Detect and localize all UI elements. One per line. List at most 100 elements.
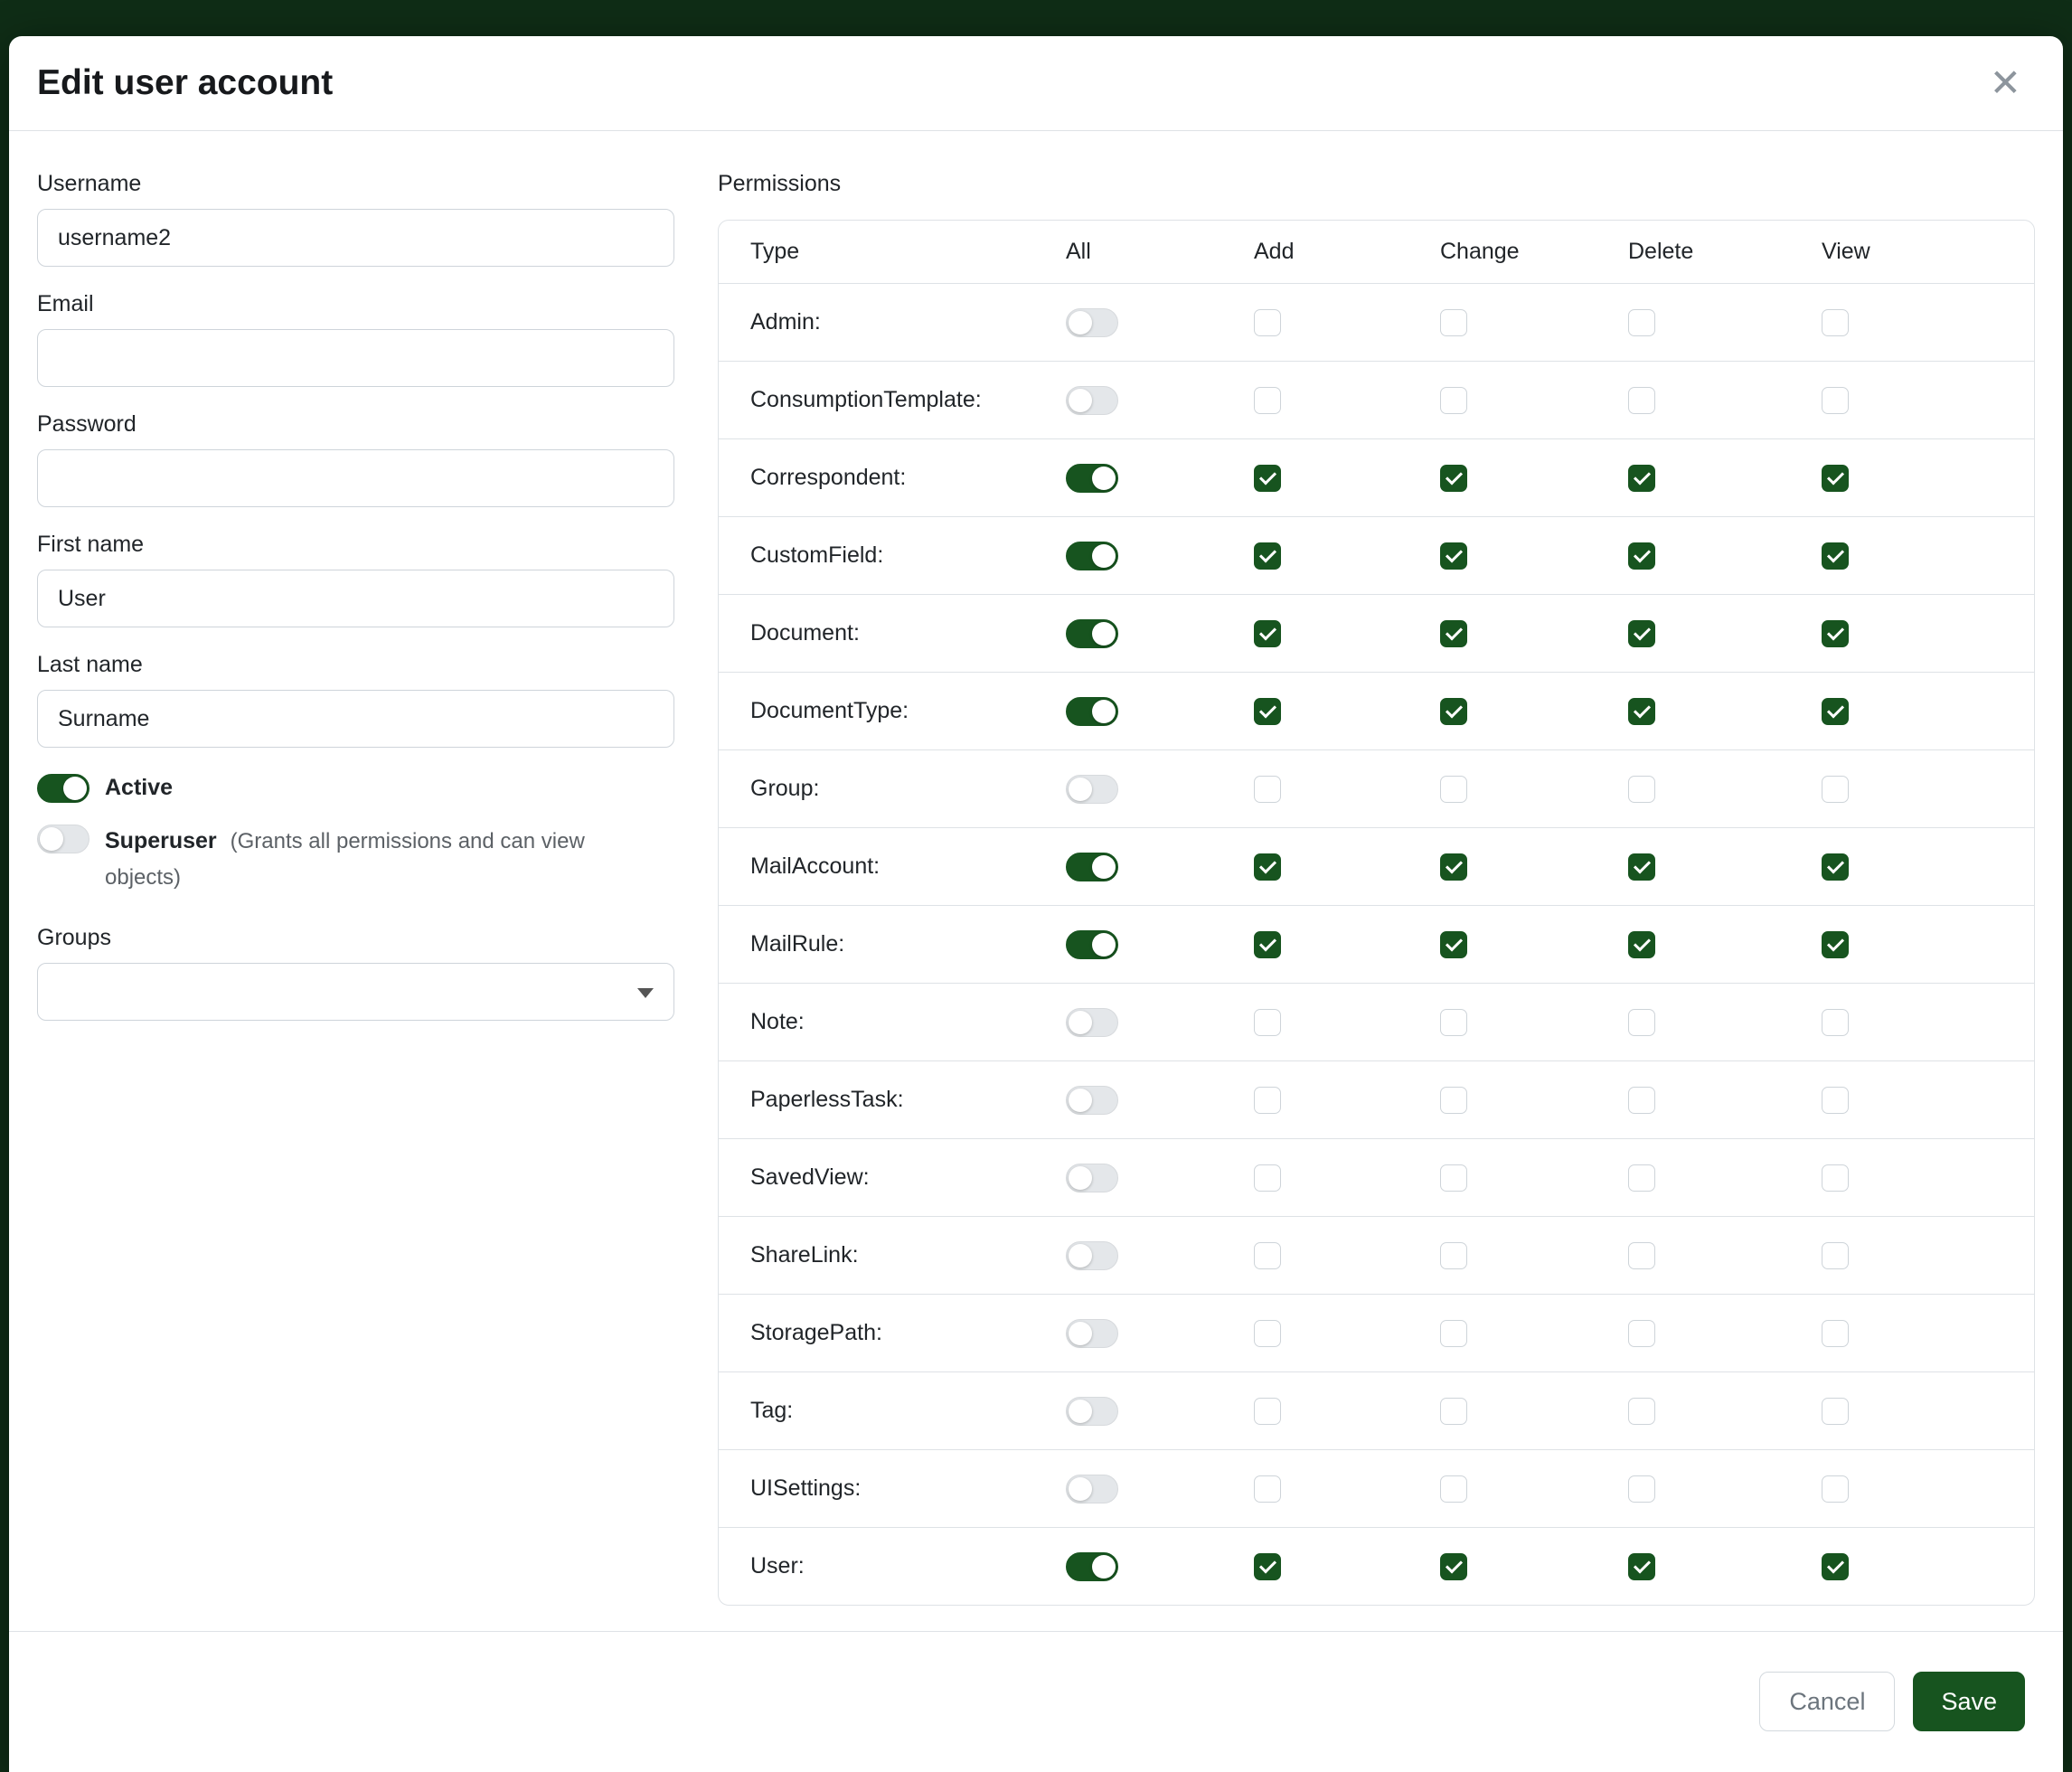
permission-add-checkbox[interactable] — [1254, 620, 1281, 647]
permission-add-checkbox[interactable] — [1254, 776, 1281, 803]
permission-add-checkbox[interactable] — [1254, 1398, 1281, 1425]
permission-delete-checkbox[interactable] — [1628, 1553, 1655, 1580]
permission-all-toggle[interactable] — [1066, 1319, 1118, 1348]
permission-change-checkbox[interactable] — [1440, 620, 1467, 647]
cancel-button[interactable]: Cancel — [1759, 1672, 1895, 1731]
permission-all-toggle[interactable] — [1066, 697, 1118, 726]
permission-add-checkbox[interactable] — [1254, 309, 1281, 336]
permission-add-checkbox[interactable] — [1254, 1009, 1281, 1036]
permission-change-checkbox[interactable] — [1440, 1398, 1467, 1425]
permission-view-checkbox[interactable] — [1822, 1475, 1849, 1503]
password-input[interactable] — [37, 449, 674, 507]
permission-delete-checkbox[interactable] — [1628, 620, 1655, 647]
permission-delete-checkbox[interactable] — [1628, 1164, 1655, 1192]
permission-add-checkbox[interactable] — [1254, 465, 1281, 492]
permission-all-toggle[interactable] — [1066, 930, 1118, 959]
permission-delete-checkbox[interactable] — [1628, 776, 1655, 803]
permission-add-checkbox[interactable] — [1254, 542, 1281, 570]
permission-change-checkbox[interactable] — [1440, 1087, 1467, 1114]
groups-select[interactable] — [37, 963, 674, 1021]
permission-change-checkbox[interactable] — [1440, 931, 1467, 958]
permission-delete-checkbox[interactable] — [1628, 1242, 1655, 1269]
permission-row: CustomField: — [719, 516, 2034, 594]
superuser-toggle[interactable] — [37, 825, 89, 853]
permission-all-toggle[interactable] — [1066, 853, 1118, 881]
permission-all-toggle[interactable] — [1066, 1241, 1118, 1270]
permission-delete-checkbox[interactable] — [1628, 387, 1655, 414]
permission-delete-checkbox[interactable] — [1628, 1009, 1655, 1036]
permission-delete-checkbox[interactable] — [1628, 698, 1655, 725]
permission-all-toggle[interactable] — [1066, 775, 1118, 804]
permission-delete-checkbox[interactable] — [1628, 309, 1655, 336]
permission-all-toggle[interactable] — [1066, 308, 1118, 337]
permission-add-checkbox[interactable] — [1254, 853, 1281, 881]
permission-change-checkbox[interactable] — [1440, 542, 1467, 570]
permission-change-checkbox[interactable] — [1440, 1009, 1467, 1036]
permission-add-checkbox[interactable] — [1254, 1475, 1281, 1503]
permission-row: Document: — [719, 594, 2034, 672]
permission-view-checkbox[interactable] — [1822, 1242, 1849, 1269]
permission-all-toggle[interactable] — [1066, 1164, 1118, 1192]
permission-add-checkbox[interactable] — [1254, 698, 1281, 725]
permission-view-checkbox[interactable] — [1822, 776, 1849, 803]
permission-delete-checkbox[interactable] — [1628, 1320, 1655, 1347]
permission-delete-checkbox[interactable] — [1628, 853, 1655, 881]
permission-change-checkbox[interactable] — [1440, 387, 1467, 414]
permission-view-checkbox[interactable] — [1822, 1087, 1849, 1114]
last-name-input[interactable] — [37, 690, 674, 748]
email-field-group: Email — [37, 291, 674, 387]
permission-delete-checkbox[interactable] — [1628, 1475, 1655, 1503]
permission-change-checkbox[interactable] — [1440, 1320, 1467, 1347]
permission-change-checkbox[interactable] — [1440, 1553, 1467, 1580]
permission-view-checkbox[interactable] — [1822, 387, 1849, 414]
username-input[interactable] — [37, 209, 674, 267]
save-button[interactable]: Save — [1913, 1672, 2025, 1731]
permission-change-checkbox[interactable] — [1440, 465, 1467, 492]
close-icon[interactable]: ✕ — [1990, 64, 2021, 102]
permission-all-toggle[interactable] — [1066, 619, 1118, 648]
permission-all-toggle[interactable] — [1066, 1008, 1118, 1037]
permission-change-checkbox[interactable] — [1440, 698, 1467, 725]
permission-change-checkbox[interactable] — [1440, 309, 1467, 336]
permission-delete-checkbox[interactable] — [1628, 1087, 1655, 1114]
permission-all-toggle[interactable] — [1066, 1397, 1118, 1426]
permission-view-checkbox[interactable] — [1822, 1398, 1849, 1425]
active-toggle[interactable] — [37, 774, 89, 803]
permission-add-checkbox[interactable] — [1254, 1242, 1281, 1269]
permission-change-checkbox[interactable] — [1440, 776, 1467, 803]
permission-delete-checkbox[interactable] — [1628, 542, 1655, 570]
permission-all-toggle[interactable] — [1066, 464, 1118, 493]
email-input[interactable] — [37, 329, 674, 387]
permission-view-checkbox[interactable] — [1822, 465, 1849, 492]
permission-all-toggle[interactable] — [1066, 386, 1118, 415]
permission-view-checkbox[interactable] — [1822, 1164, 1849, 1192]
permission-change-checkbox[interactable] — [1440, 1475, 1467, 1503]
permission-all-toggle[interactable] — [1066, 1086, 1118, 1115]
permission-all-toggle[interactable] — [1066, 1475, 1118, 1503]
permission-add-checkbox[interactable] — [1254, 1553, 1281, 1580]
first-name-input[interactable] — [37, 570, 674, 627]
permission-delete-checkbox[interactable] — [1628, 931, 1655, 958]
permission-view-checkbox[interactable] — [1822, 853, 1849, 881]
permission-change-checkbox[interactable] — [1440, 1242, 1467, 1269]
permission-view-checkbox[interactable] — [1822, 542, 1849, 570]
permission-type-label: User: — [719, 1553, 1066, 1579]
permission-view-checkbox[interactable] — [1822, 309, 1849, 336]
permission-change-checkbox[interactable] — [1440, 1164, 1467, 1192]
permission-all-toggle[interactable] — [1066, 542, 1118, 570]
permission-view-checkbox[interactable] — [1822, 1009, 1849, 1036]
permission-add-checkbox[interactable] — [1254, 1087, 1281, 1114]
permission-change-checkbox[interactable] — [1440, 853, 1467, 881]
permission-add-checkbox[interactable] — [1254, 1164, 1281, 1192]
permission-view-checkbox[interactable] — [1822, 1553, 1849, 1580]
permission-add-checkbox[interactable] — [1254, 1320, 1281, 1347]
permission-view-checkbox[interactable] — [1822, 698, 1849, 725]
permission-delete-checkbox[interactable] — [1628, 465, 1655, 492]
permission-view-checkbox[interactable] — [1822, 1320, 1849, 1347]
permission-view-checkbox[interactable] — [1822, 620, 1849, 647]
permission-add-checkbox[interactable] — [1254, 387, 1281, 414]
permission-view-checkbox[interactable] — [1822, 931, 1849, 958]
permission-delete-checkbox[interactable] — [1628, 1398, 1655, 1425]
permission-all-toggle[interactable] — [1066, 1552, 1118, 1581]
permission-add-checkbox[interactable] — [1254, 931, 1281, 958]
